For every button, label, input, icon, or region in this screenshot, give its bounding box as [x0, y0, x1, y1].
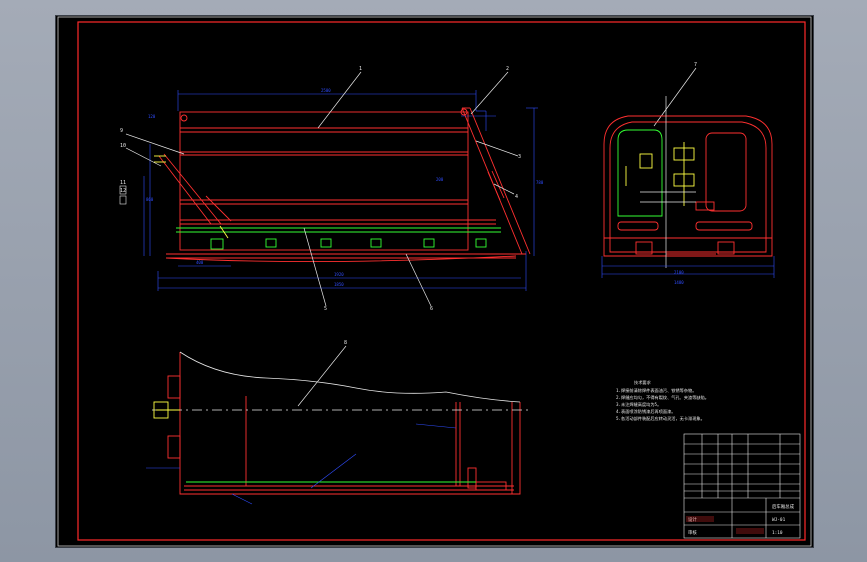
drawing-canvas: 1 2 3 4 5 6 7 8 9 10 11 12 2500 1920 185…: [57, 16, 812, 547]
svg-text:400: 400: [196, 260, 204, 265]
title-block-checker: 审核: [688, 529, 697, 536]
dimension-texts: 2500 1920 1850 2100 1480 860 780 400 120…: [146, 88, 684, 287]
svg-text:780: 780: [536, 180, 544, 185]
leader-lines: [125, 67, 697, 407]
cad-viewport[interactable]: 1 2 3 4 5 6 7 8 9 10 11 12 2500 1920 185…: [0, 0, 867, 562]
notes-line-2: 2.焊缝应均匀，不得有裂纹、气孔、夹渣等缺陷。: [616, 394, 709, 401]
notes-line-5: 5.各活动部件装配后应转动灵活，无卡滞现象。: [616, 415, 705, 422]
title-block-title: 后车厢总成: [772, 503, 795, 510]
title-block-scale: 1:10: [772, 530, 783, 536]
balloon-12: 12: [120, 188, 126, 194]
balloon-1: 1: [359, 66, 362, 72]
balloon-9: 9: [120, 128, 123, 134]
rear-view: [601, 96, 775, 278]
svg-text:1480: 1480: [674, 280, 684, 285]
svg-text:200: 200: [436, 177, 444, 182]
svg-text:860: 860: [146, 197, 154, 202]
notes-line-3: 3.未注焊缝高度均为5。: [616, 401, 661, 408]
inner-frame: [77, 21, 806, 541]
balloon-3: 3: [518, 154, 521, 160]
balloon-4: 4: [515, 194, 518, 200]
balloon-6: 6: [430, 306, 433, 312]
title-block-drawing-no: WJ-01: [772, 517, 786, 523]
outer-frame: [57, 16, 812, 547]
svg-text:120: 120: [148, 114, 156, 119]
svg-text:1850: 1850: [334, 282, 344, 287]
technical-notes: 技术要求 1.焊接前清除焊件表面油污、铁锈等杂物。 2.焊缝应均匀，不得有裂纹、…: [616, 379, 709, 422]
balloon-7: 7: [694, 62, 697, 68]
balloon-2: 2: [506, 66, 509, 72]
drawing-sheet: 1 2 3 4 5 6 7 8 9 10 11 12 2500 1920 185…: [56, 16, 813, 547]
balloon-8: 8: [344, 340, 347, 346]
notes-line-1: 1.焊接前清除焊件表面油污、铁锈等杂物。: [616, 387, 696, 394]
svg-text:2500: 2500: [321, 88, 331, 93]
plan-view: [146, 351, 532, 505]
svg-text:1920: 1920: [334, 272, 344, 277]
balloon-10: 10: [120, 143, 126, 149]
notes-title: 技术要求: [634, 379, 652, 386]
balloon-11: 11: [120, 180, 126, 186]
balloon-5: 5: [324, 306, 327, 312]
notes-line-4: 4.表面喷涂防锈漆后再喷面漆。: [616, 408, 675, 415]
